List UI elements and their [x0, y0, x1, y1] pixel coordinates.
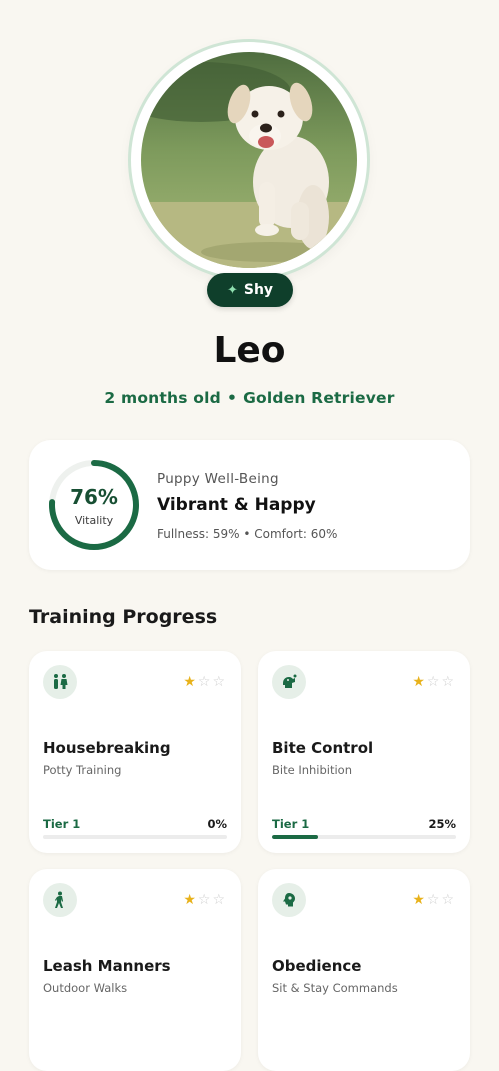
progress-percent: 0%	[207, 817, 227, 831]
star-rating: ★☆☆	[412, 893, 456, 907]
card-title: Bite Control	[272, 739, 374, 757]
card-title: Housebreaking	[43, 739, 171, 757]
progress-bar-fill	[272, 835, 318, 839]
training-card-leash-manners[interactable]: ★☆☆ Leash Manners Outdoor Walks	[29, 869, 241, 1071]
star-rating: ★☆☆	[183, 893, 227, 907]
progress-bar	[272, 835, 456, 839]
restroom-icon	[43, 665, 77, 699]
progress-percent: 25%	[428, 817, 456, 831]
training-card-obedience[interactable]: ★☆☆ Obedience Sit & Stay Commands	[258, 869, 470, 1071]
puppy-photo	[141, 52, 357, 268]
star-empty-icon: ☆	[441, 674, 456, 690]
walking-icon	[43, 883, 77, 917]
wellbeing-title: Puppy Well-Being	[157, 471, 279, 487]
star-filled-icon: ★	[412, 892, 427, 908]
tier-label: Tier 1	[272, 817, 310, 831]
wellbeing-status: Vibrant & Happy	[157, 495, 316, 515]
card-title: Obedience	[272, 957, 362, 975]
pet-name: Leo	[213, 330, 286, 371]
pet-breed: Golden Retriever	[243, 389, 395, 407]
pet-avatar[interactable]	[131, 42, 367, 278]
card-subtitle: Bite Inhibition	[272, 763, 353, 777]
star-filled-icon: ★	[412, 674, 427, 690]
pet-age: 2 months old	[104, 389, 221, 407]
card-subtitle: Potty Training	[43, 763, 122, 777]
vitality-gauge: 76% Vitality	[47, 458, 141, 552]
card-subtitle: Sit & Stay Commands	[272, 981, 398, 995]
star-filled-icon: ★	[183, 674, 198, 690]
star-rating: ★☆☆	[412, 675, 456, 689]
wellbeing-stats: Fullness: 59% • Comfort: 60%	[157, 527, 338, 541]
vitality-percent: 76%	[70, 485, 118, 509]
star-rating: ★☆☆	[183, 675, 227, 689]
progress-bar	[43, 835, 227, 839]
bite-icon	[272, 665, 306, 699]
brain-icon	[272, 883, 306, 917]
star-empty-icon: ☆	[197, 892, 213, 908]
star-empty-icon: ☆	[441, 892, 456, 908]
card-subtitle: Outdoor Walks	[43, 981, 128, 995]
tier-label: Tier 1	[43, 817, 81, 831]
training-card-housebreaking[interactable]: ★☆☆ Housebreaking Potty Training Tier 1 …	[29, 651, 241, 853]
star-empty-icon: ☆	[197, 674, 213, 690]
pet-details: 2 months old • Golden Retriever	[0, 389, 499, 407]
star-filled-icon: ★	[183, 892, 198, 908]
sparkle-icon: ✦	[226, 282, 238, 298]
star-empty-icon: ☆	[426, 892, 442, 908]
star-empty-icon: ☆	[212, 892, 227, 908]
trait-label: Shy	[243, 282, 274, 298]
star-empty-icon: ☆	[426, 674, 442, 690]
wellbeing-card[interactable]: 76% Vitality Puppy Well-Being Vibrant & …	[29, 440, 470, 570]
trait-badge[interactable]: ✦ Shy	[207, 273, 293, 307]
training-section-title: Training Progress	[29, 606, 218, 628]
vitality-caption: Vitality	[74, 514, 114, 527]
training-card-bite-control[interactable]: ★☆☆ Bite Control Bite Inhibition Tier 1 …	[258, 651, 470, 853]
card-title: Leash Manners	[43, 957, 171, 975]
meta-separator: •	[226, 389, 238, 407]
star-empty-icon: ☆	[212, 674, 227, 690]
